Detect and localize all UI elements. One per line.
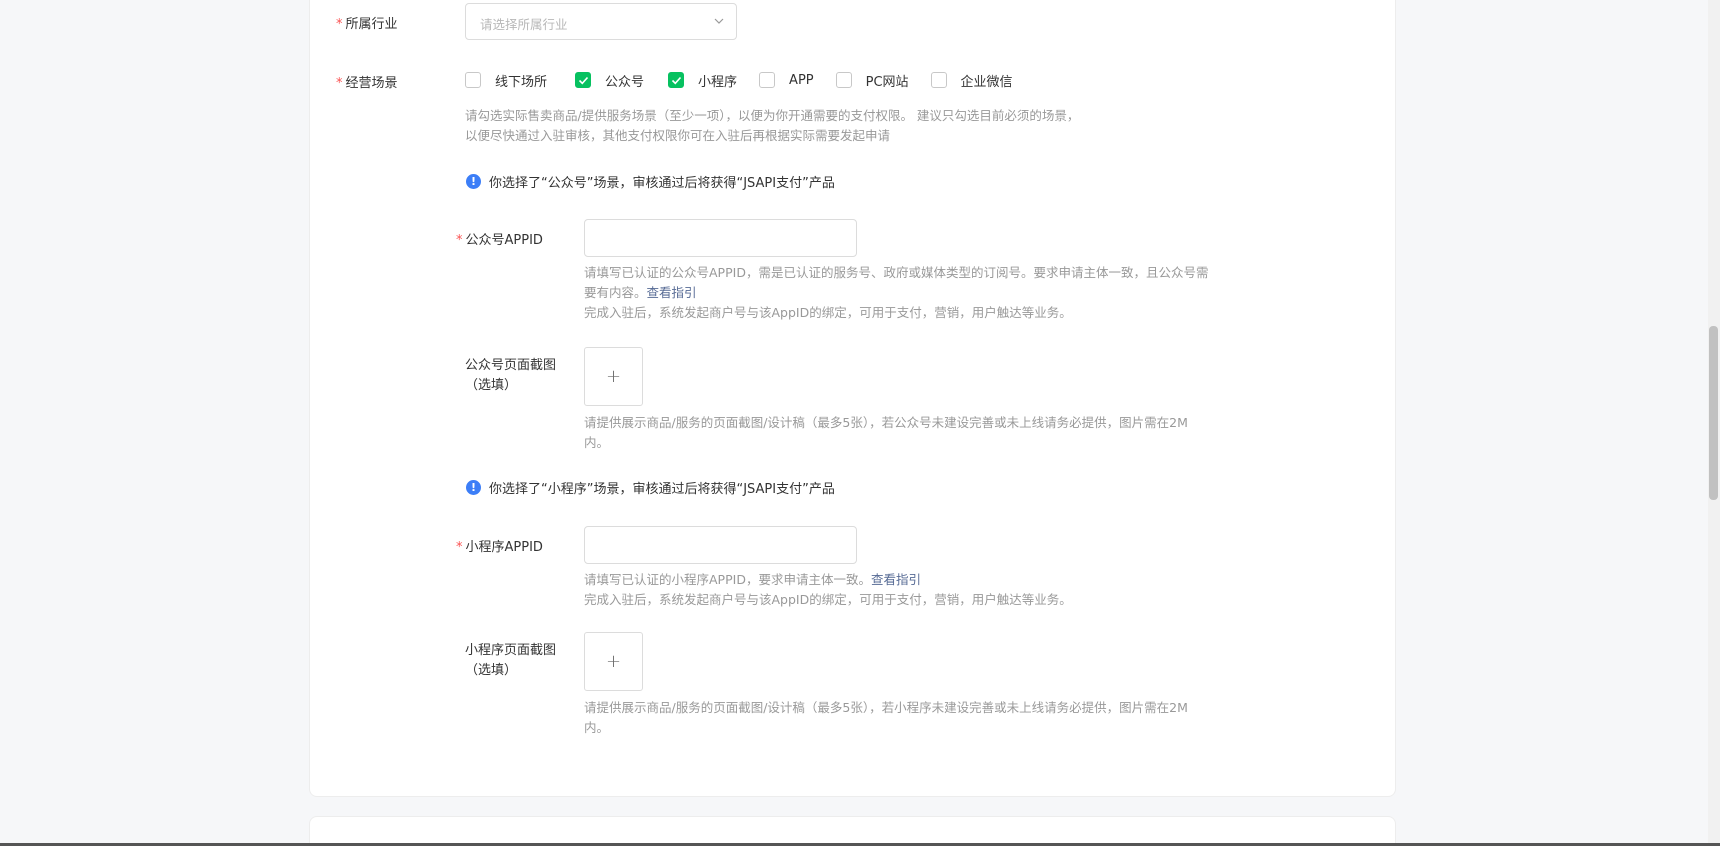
required-mark: *	[456, 233, 463, 248]
official-account-tip: ! 你选择了“公众号”场景，审核通过后将获得“JSAPI支付”产品	[466, 172, 835, 191]
check-icon	[671, 76, 682, 85]
industry-label: * 所属行业	[336, 17, 398, 32]
scene-checkbox-group: 线下场所 公众号 小程序 APP PC网站 企业微信	[465, 70, 1033, 90]
official-appid-label: * 公众号APPID	[456, 233, 543, 248]
official-screenshot-upload-button[interactable]: +	[584, 347, 643, 406]
mini-appid-hint: 请填写已认证的小程序APPID，要求申请主体一致。查看指引 完成入驻后，系统发起…	[584, 572, 1072, 607]
official-screenshot-hint: 请提供展示商品/服务的页面截图/设计稿（最多5张），若公众号未建设完善或未上线请…	[584, 415, 1188, 450]
mini-appid-guide-link[interactable]: 查看指引	[871, 572, 921, 587]
checkbox-box[interactable]	[465, 72, 481, 88]
scene-checkbox-wecom[interactable]: 企业微信	[930, 71, 1013, 90]
next-form-card	[309, 816, 1396, 846]
checkbox-box[interactable]	[759, 72, 776, 88]
mini-screenshot-hint: 请提供展示商品/服务的页面截图/设计稿（最多5张），若小程序未建设完善或未上线请…	[584, 700, 1188, 735]
plus-icon: +	[605, 651, 622, 672]
required-mark: *	[336, 17, 343, 32]
checkbox-box[interactable]	[930, 72, 947, 88]
scene-checkbox-pc-website[interactable]: PC网站	[835, 71, 909, 90]
official-appid-guide-link[interactable]: 查看指引	[647, 285, 697, 300]
info-icon: !	[466, 174, 481, 189]
mini-program-tip: ! 你选择了“小程序”场景，审核通过后将获得“JSAPI支付”产品	[466, 478, 835, 497]
official-appid-input[interactable]	[584, 219, 857, 257]
mini-appid-label: * 小程序APPID	[456, 540, 543, 555]
checkbox-box-checked[interactable]	[668, 72, 685, 88]
checkbox-box[interactable]	[835, 72, 852, 88]
mini-screenshot-upload-button[interactable]: +	[584, 632, 643, 691]
scene-label: * 经营场景	[336, 76, 398, 91]
official-screenshot-label: 公众号页面截图 （选填）	[465, 358, 557, 393]
info-icon: !	[466, 480, 481, 495]
official-appid-hint: 请填写已认证的公众号APPID，需是已认证的服务号、政府或媒体类型的订阅号。要求…	[584, 265, 1209, 320]
scrollbar-thumb[interactable]	[1709, 326, 1718, 500]
mini-screenshot-label: 小程序页面截图 （选填）	[465, 643, 557, 678]
plus-icon: +	[605, 366, 622, 387]
chevron-down-icon	[714, 18, 724, 24]
industry-select[interactable]: 请选择所属行业	[465, 3, 737, 40]
scene-checkbox-offline[interactable]: 线下场所	[465, 71, 547, 90]
checkbox-box-checked[interactable]	[575, 72, 592, 88]
scene-checkbox-mini-program[interactable]: 小程序	[668, 71, 737, 90]
industry-placeholder: 请选择所属行业	[480, 17, 568, 32]
scene-checkbox-official-account[interactable]: 公众号	[575, 71, 644, 90]
scene-checkbox-app[interactable]: APP	[759, 72, 814, 88]
check-icon	[578, 76, 589, 85]
required-mark: *	[336, 76, 343, 91]
required-mark: *	[456, 540, 463, 555]
mini-appid-input[interactable]	[584, 526, 857, 564]
scene-hint: 请勾选实际售卖商品/提供服务场景（至少一项），以便为你开通需要的支付权限。 建议…	[465, 108, 1080, 143]
